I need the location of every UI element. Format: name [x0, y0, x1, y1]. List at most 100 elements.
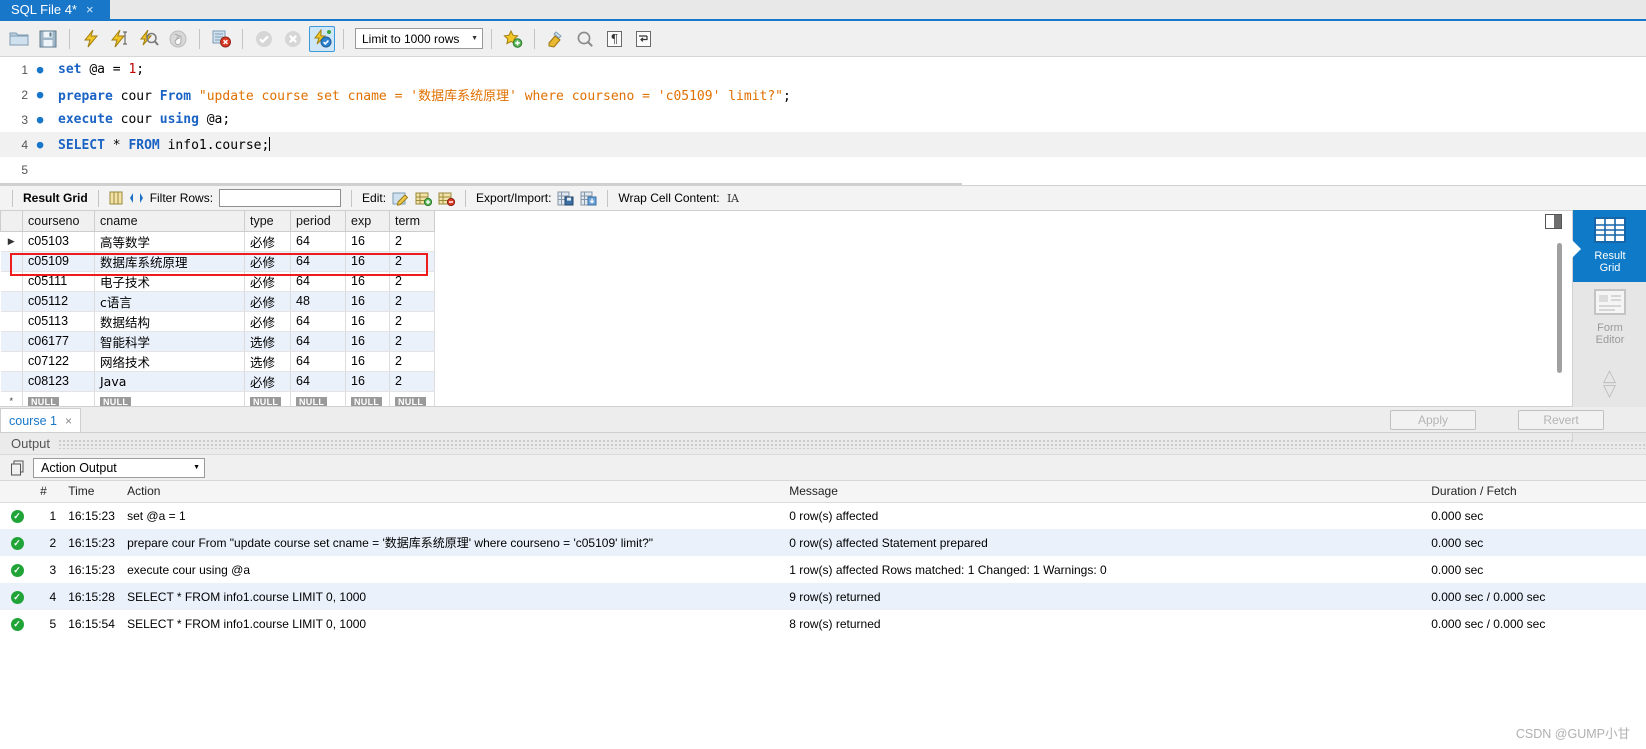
cell-cname[interactable]: 数据库系统原理 [94, 251, 245, 272]
cell-term[interactable]: 2 [389, 311, 435, 332]
column-header-cname[interactable]: cname [94, 211, 245, 232]
cell-term[interactable]: 2 [389, 251, 435, 272]
open-file-icon[interactable] [6, 26, 32, 52]
grid-view-icon[interactable] [109, 191, 123, 205]
cell-cname[interactable]: 电子技术 [94, 271, 245, 292]
cell-courseno[interactable]: c05112 [22, 291, 95, 312]
table-row[interactable]: c06177 智能科学 选修 64 16 2 [0, 331, 435, 352]
cell-courseno[interactable]: c06177 [22, 331, 95, 352]
output-type-dropdown[interactable]: Action Output ▼ [33, 457, 205, 478]
cell-type[interactable]: 必修 [244, 371, 291, 392]
cell-period[interactable]: 64 [290, 351, 346, 372]
cell-type[interactable]: 必修 [244, 271, 291, 292]
cell-period[interactable]: 64 [290, 231, 346, 252]
drag-handle-dots[interactable] [58, 438, 1646, 449]
cell-term[interactable]: 2 [389, 291, 435, 312]
table-row[interactable]: c08123 Java 必修 64 16 2 [0, 371, 435, 392]
execute-icon[interactable] [78, 26, 104, 52]
sql-file-tab[interactable]: SQL File 4* × [0, 0, 110, 19]
cell-cname[interactable]: Java [94, 371, 245, 392]
execute-current-statement-icon[interactable] [107, 26, 133, 52]
editor-splitter[interactable] [0, 183, 962, 185]
wrap-cell-icon[interactable]: I A [726, 191, 741, 205]
sql-editor[interactable]: 1 ● set @a = 1; 2 ● prepare cour From "u… [0, 57, 1646, 185]
cell-exp[interactable]: 16 [345, 331, 390, 352]
cell-exp[interactable]: 16 [345, 271, 390, 292]
toggle-wrapping-icon[interactable] [630, 26, 656, 52]
editor-line[interactable]: 1 ● set @a = 1; [0, 57, 1646, 82]
save-snippet-icon[interactable] [500, 26, 526, 52]
sidebar-item-form-editor[interactable]: Form Editor [1573, 282, 1646, 354]
cell-period[interactable]: 48 [290, 291, 346, 312]
editor-line[interactable]: 3 ● execute cour using @a; [0, 107, 1646, 132]
row-limit-dropdown[interactable]: Limit to 1000 rows ▼ [355, 28, 483, 49]
cell-cname[interactable]: c语言 [94, 291, 245, 312]
table-row[interactable]: c05109 数据库系统原理 必修 64 16 2 [0, 251, 435, 272]
cell-cname[interactable]: 数据结构 [94, 311, 245, 332]
cell-courseno[interactable]: c07122 [22, 351, 95, 372]
column-header-term[interactable]: term [389, 211, 435, 232]
cell-type[interactable]: 必修 [244, 251, 291, 272]
cell-term[interactable]: 2 [389, 351, 435, 372]
beautify-query-icon[interactable] [543, 26, 569, 52]
table-row[interactable]: c05112 c语言 必修 48 16 2 [0, 291, 435, 312]
delete-row-icon[interactable] [438, 191, 456, 206]
cell-term[interactable]: 2 [389, 271, 435, 292]
cell-type[interactable]: 选修 [244, 351, 291, 372]
cell-courseno[interactable]: c08123 [22, 371, 95, 392]
magnifier-icon[interactable] [572, 26, 598, 52]
toggle-side-panel-icon[interactable] [1545, 214, 1562, 229]
cell-exp[interactable]: 16 [345, 291, 390, 312]
grid-vertical-scrollbar[interactable] [1557, 221, 1562, 391]
column-header-exp[interactable]: exp [345, 211, 390, 232]
cell-term[interactable]: 2 [389, 331, 435, 352]
close-icon[interactable]: × [65, 414, 72, 428]
cell-exp[interactable]: 16 [345, 351, 390, 372]
filter-rows-input[interactable] [219, 189, 342, 207]
result-tab-course-1[interactable]: course 1 × [0, 408, 81, 432]
table-row[interactable]: c05113 数据结构 必修 64 16 2 [0, 311, 435, 332]
cell-cname[interactable]: 网络技术 [94, 351, 245, 372]
close-icon[interactable]: × [86, 2, 94, 17]
toggle-invisible-chars-icon[interactable]: ¶ [601, 26, 627, 52]
cell-type[interactable]: 必修 [244, 231, 291, 252]
output-row[interactable]: ✓ 5 16:15:54 SELECT * FROM info1.course … [0, 610, 1646, 637]
output-row[interactable]: ✓ 3 16:15:23 execute cour using @a 1 row… [0, 556, 1646, 583]
toggle-stop-on-error-icon[interactable] [208, 26, 234, 52]
column-header-period[interactable]: period [290, 211, 346, 232]
table-row[interactable]: ▶ c05103 高等数学 必修 64 16 2 [0, 231, 435, 252]
cell-courseno[interactable]: c05109 [22, 251, 95, 272]
export-recordset-icon[interactable] [557, 191, 574, 206]
toggle-autocommit-icon[interactable] [309, 25, 335, 52]
editor-line[interactable]: 2 ● prepare cour From "update course set… [0, 82, 1646, 107]
explain-icon[interactable] [136, 26, 162, 52]
editor-line-current[interactable]: 4 ● SELECT * FROM info1.course; [0, 132, 1646, 157]
cell-period[interactable]: 64 [290, 331, 346, 352]
cell-courseno[interactable]: c05113 [22, 311, 95, 332]
cell-period[interactable]: 64 [290, 371, 346, 392]
cell-type[interactable]: 必修 [244, 311, 291, 332]
cell-exp[interactable]: 16 [345, 231, 390, 252]
output-row[interactable]: ✓ 1 16:15:23 set @a = 1 0 row(s) affecte… [0, 502, 1646, 529]
cell-period[interactable]: 64 [290, 311, 346, 332]
cell-cname[interactable]: 高等数学 [94, 231, 245, 252]
cell-type[interactable]: 选修 [244, 331, 291, 352]
column-header-courseno[interactable]: courseno [22, 211, 95, 232]
cell-term[interactable]: 2 [389, 371, 435, 392]
output-row[interactable]: ✓ 4 16:15:28 SELECT * FROM info1.course … [0, 583, 1646, 610]
output-row[interactable]: ✓ 2 16:15:23 prepare cour From "update c… [0, 529, 1646, 556]
cell-exp[interactable]: 16 [345, 311, 390, 332]
column-header-type[interactable]: type [244, 211, 291, 232]
cell-period[interactable]: 64 [290, 251, 346, 272]
sidebar-item-result-grid[interactable]: Result Grid [1572, 210, 1646, 282]
revert-button[interactable]: Revert [1518, 410, 1604, 430]
cell-exp[interactable]: 16 [345, 251, 390, 272]
table-row[interactable]: c07122 网络技术 选修 64 16 2 [0, 351, 435, 372]
apply-button[interactable]: Apply [1390, 410, 1476, 430]
result-grid-area[interactable]: courseno cname type period exp term ▶ c0… [0, 211, 1646, 407]
insert-row-icon[interactable] [415, 191, 433, 206]
cell-courseno[interactable]: c05103 [22, 231, 95, 252]
editor-line[interactable]: 5 [0, 157, 1646, 182]
table-row-new[interactable]: * NULL NULL NULL NULL NULL NULL [0, 391, 435, 406]
cell-exp[interactable]: 16 [345, 371, 390, 392]
